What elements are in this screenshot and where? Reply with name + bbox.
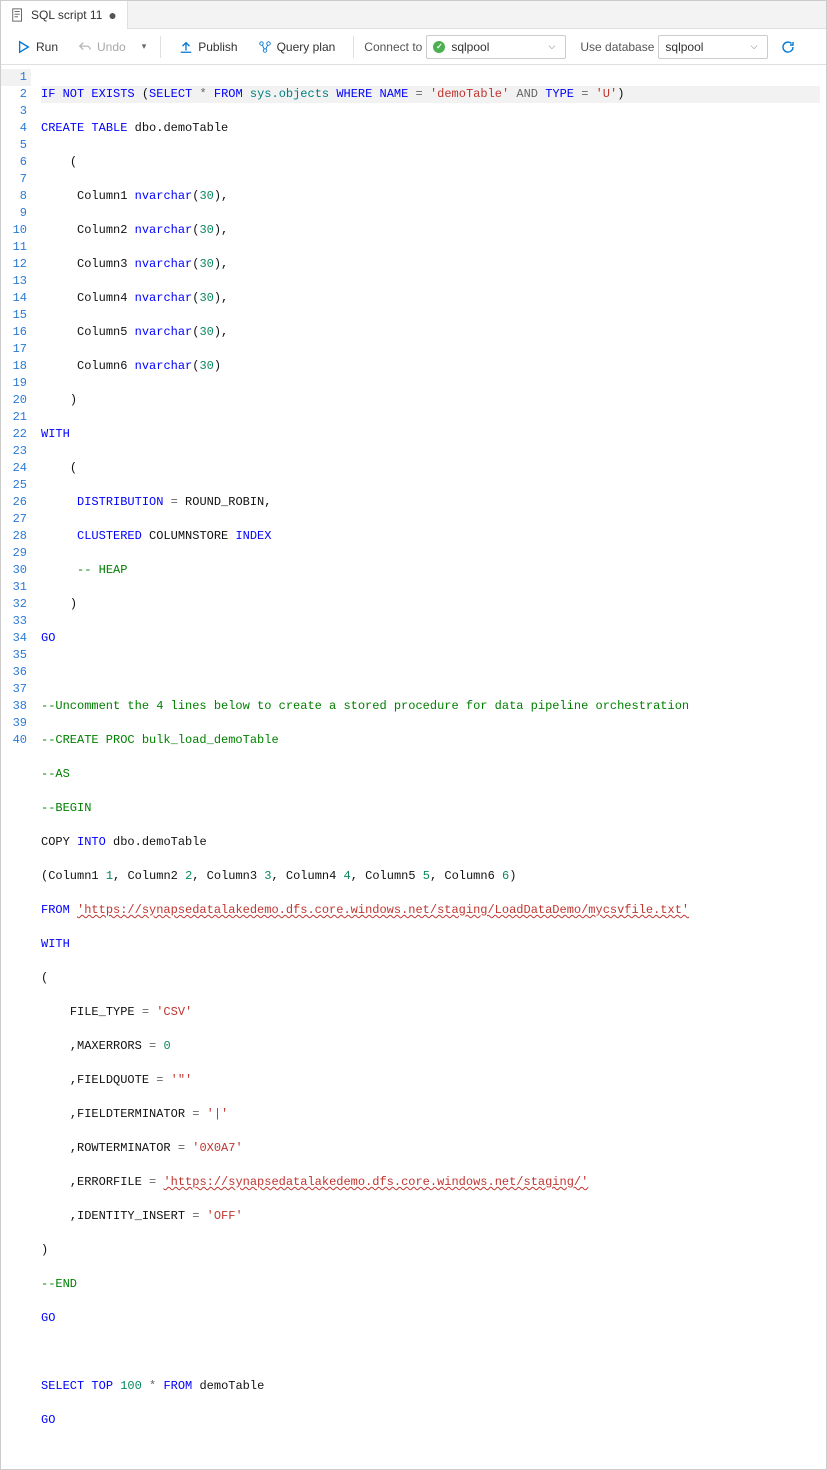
chevron-down-icon: ⌵	[747, 39, 762, 54]
publish-icon	[179, 40, 193, 54]
query-plan-icon	[258, 40, 272, 54]
run-label: Run	[36, 40, 58, 54]
undo-dropdown-caret[interactable]: ▾	[138, 39, 151, 54]
connect-to-label: Connect to	[364, 40, 422, 54]
line-gutter: 1 234 567 8910 111213 141516 171819 2021…	[1, 69, 41, 1463]
connect-to-dropdown[interactable]: sqlpool ⌵	[426, 35, 566, 59]
connect-to-value: sqlpool	[451, 40, 489, 54]
refresh-button[interactable]	[780, 39, 796, 55]
publish-label: Publish	[198, 40, 237, 54]
publish-button[interactable]: Publish	[171, 36, 245, 58]
chevron-down-icon: ⌵	[545, 39, 560, 54]
play-icon	[17, 40, 31, 54]
query-plan-button[interactable]: Query plan	[250, 36, 344, 58]
status-connected-icon	[433, 41, 445, 53]
use-database-dropdown[interactable]: sqlpool ⌵	[658, 35, 768, 59]
code-editor[interactable]: 1 234 567 8910 111213 141516 171819 2021…	[1, 65, 826, 1469]
code-content[interactable]: IF NOT EXISTS (SELECT * FROM sys.objects…	[41, 69, 826, 1463]
dirty-indicator-icon: ●	[108, 8, 116, 22]
undo-button[interactable]: Undo	[70, 36, 134, 58]
undo-label: Undo	[97, 40, 126, 54]
use-database-value: sqlpool	[665, 40, 703, 54]
tab-title: SQL script 11	[31, 8, 102, 22]
separator	[353, 36, 354, 58]
sql-file-icon	[11, 8, 25, 22]
use-database-label: Use database	[580, 40, 654, 54]
undo-icon	[78, 40, 92, 54]
query-plan-label: Query plan	[277, 40, 336, 54]
tab-sql-script[interactable]: SQL script 11 ●	[1, 1, 128, 29]
toolbar: Run Undo ▾ Publish Query plan Connect to…	[1, 29, 826, 65]
run-button[interactable]: Run	[9, 36, 66, 58]
separator	[160, 36, 161, 58]
tab-bar: SQL script 11 ●	[1, 1, 826, 29]
